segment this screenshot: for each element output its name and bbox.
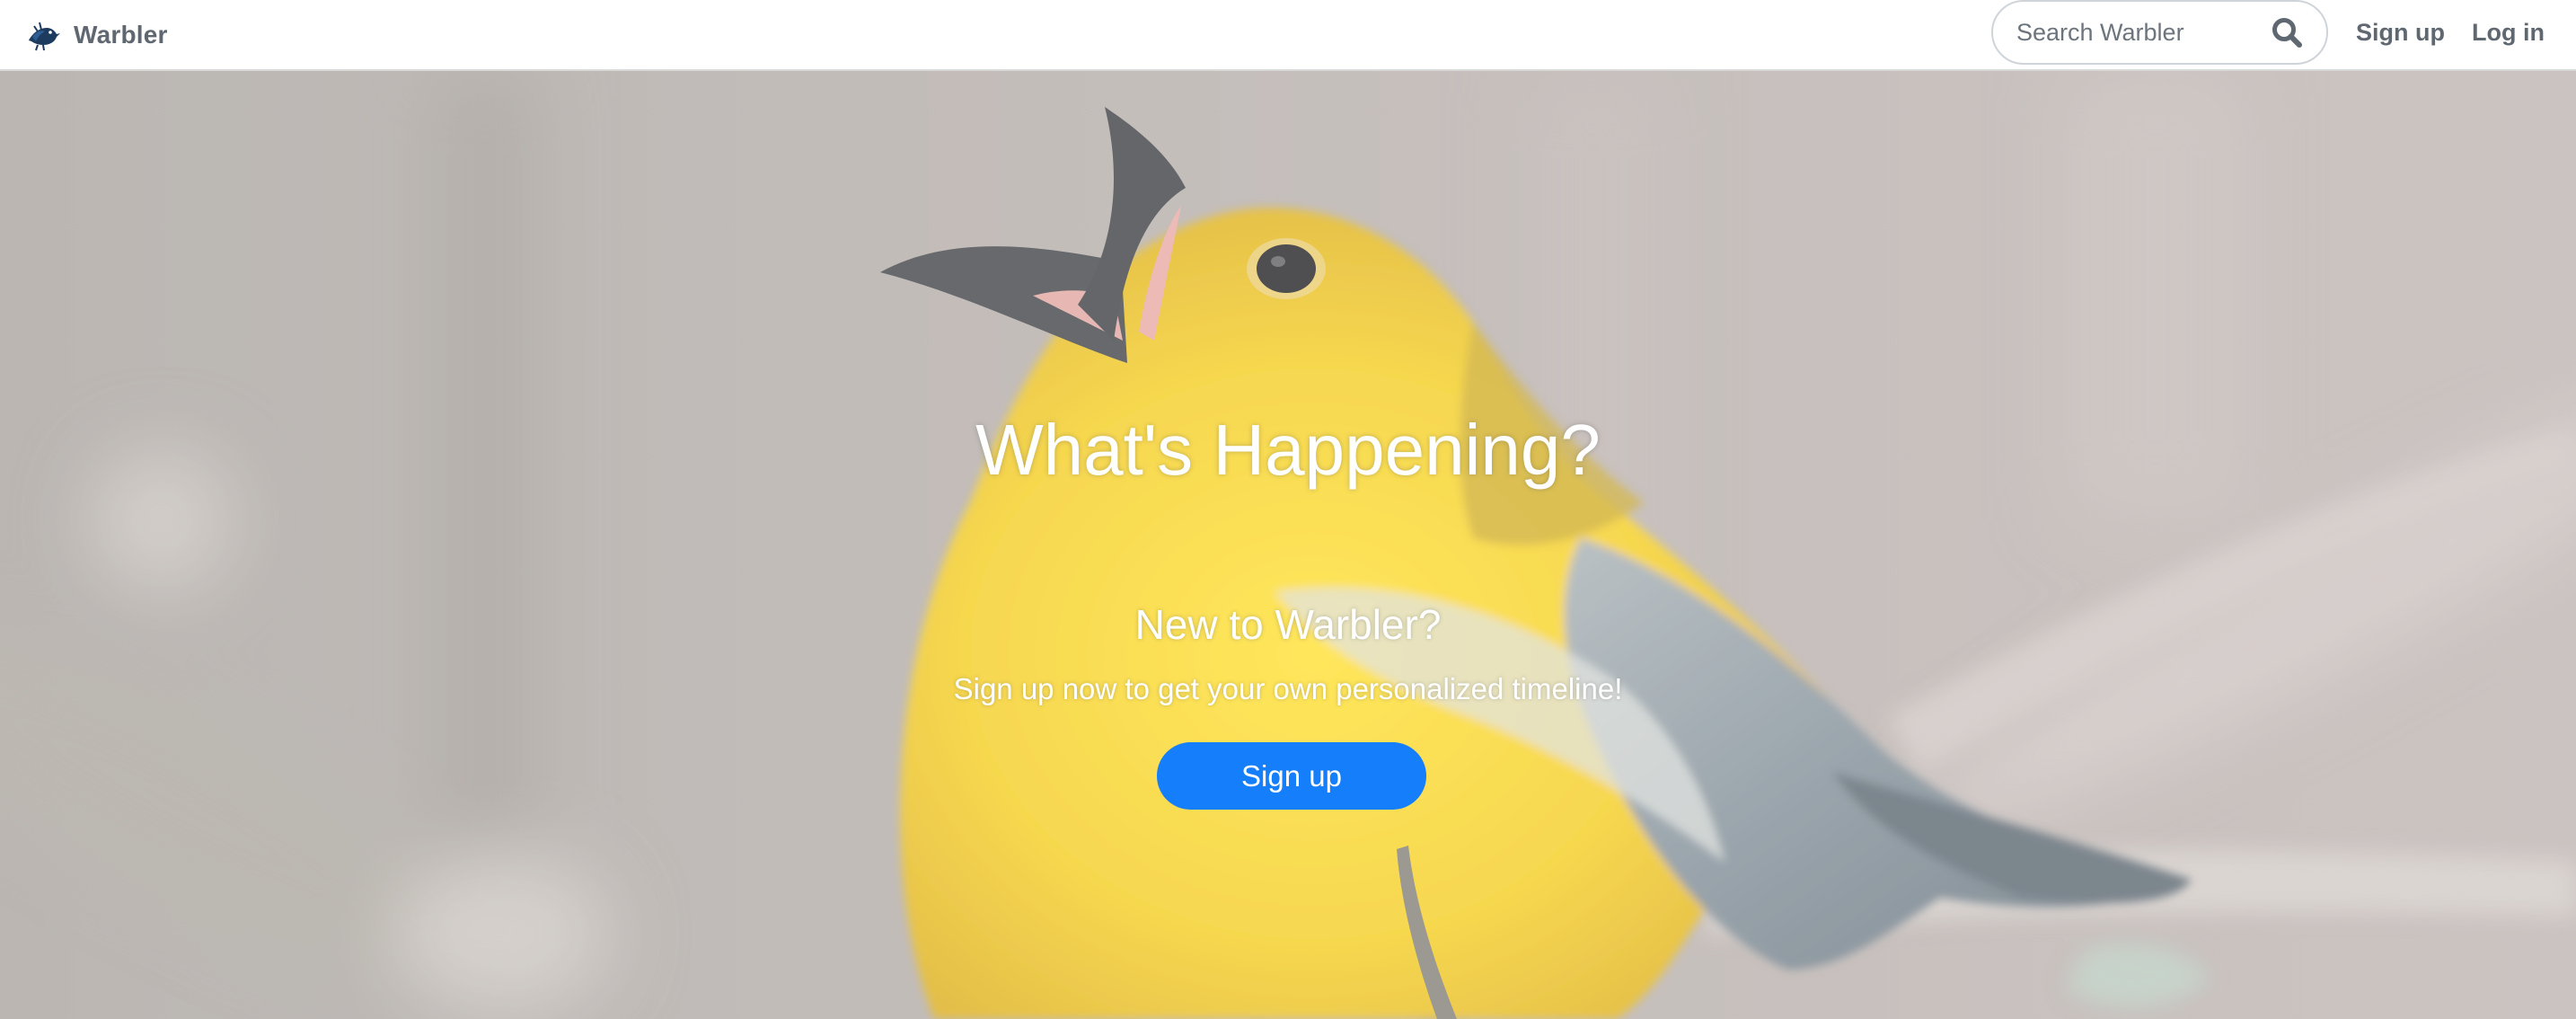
brand-link[interactable]: Warbler	[25, 9, 168, 61]
brand-name: Warbler	[74, 21, 168, 49]
hero-tagline: Sign up now to get your own personalized…	[953, 672, 1623, 705]
warbler-bird-logo-icon	[29, 22, 60, 51]
nav-login-link[interactable]: Log in	[2472, 14, 2545, 50]
hero-section: What's Happening? New to Warbler? Sign u…	[0, 71, 2576, 1019]
hero-title: What's Happening?	[975, 410, 1601, 490]
search-form	[1991, 0, 2328, 65]
top-navbar: Warbler Sign up Log in	[0, 0, 2576, 71]
hero-subtitle: New to Warbler?	[1134, 601, 1442, 648]
search-icon	[2272, 18, 2302, 48]
hero-signup-button[interactable]: Sign up	[1157, 742, 1426, 810]
search-input[interactable]	[2015, 10, 2275, 55]
search-button[interactable]	[2271, 14, 2307, 50]
nav-signup-link[interactable]: Sign up	[2356, 14, 2445, 50]
hero-content: What's Happening? New to Warbler? Sign u…	[0, 71, 2576, 1019]
